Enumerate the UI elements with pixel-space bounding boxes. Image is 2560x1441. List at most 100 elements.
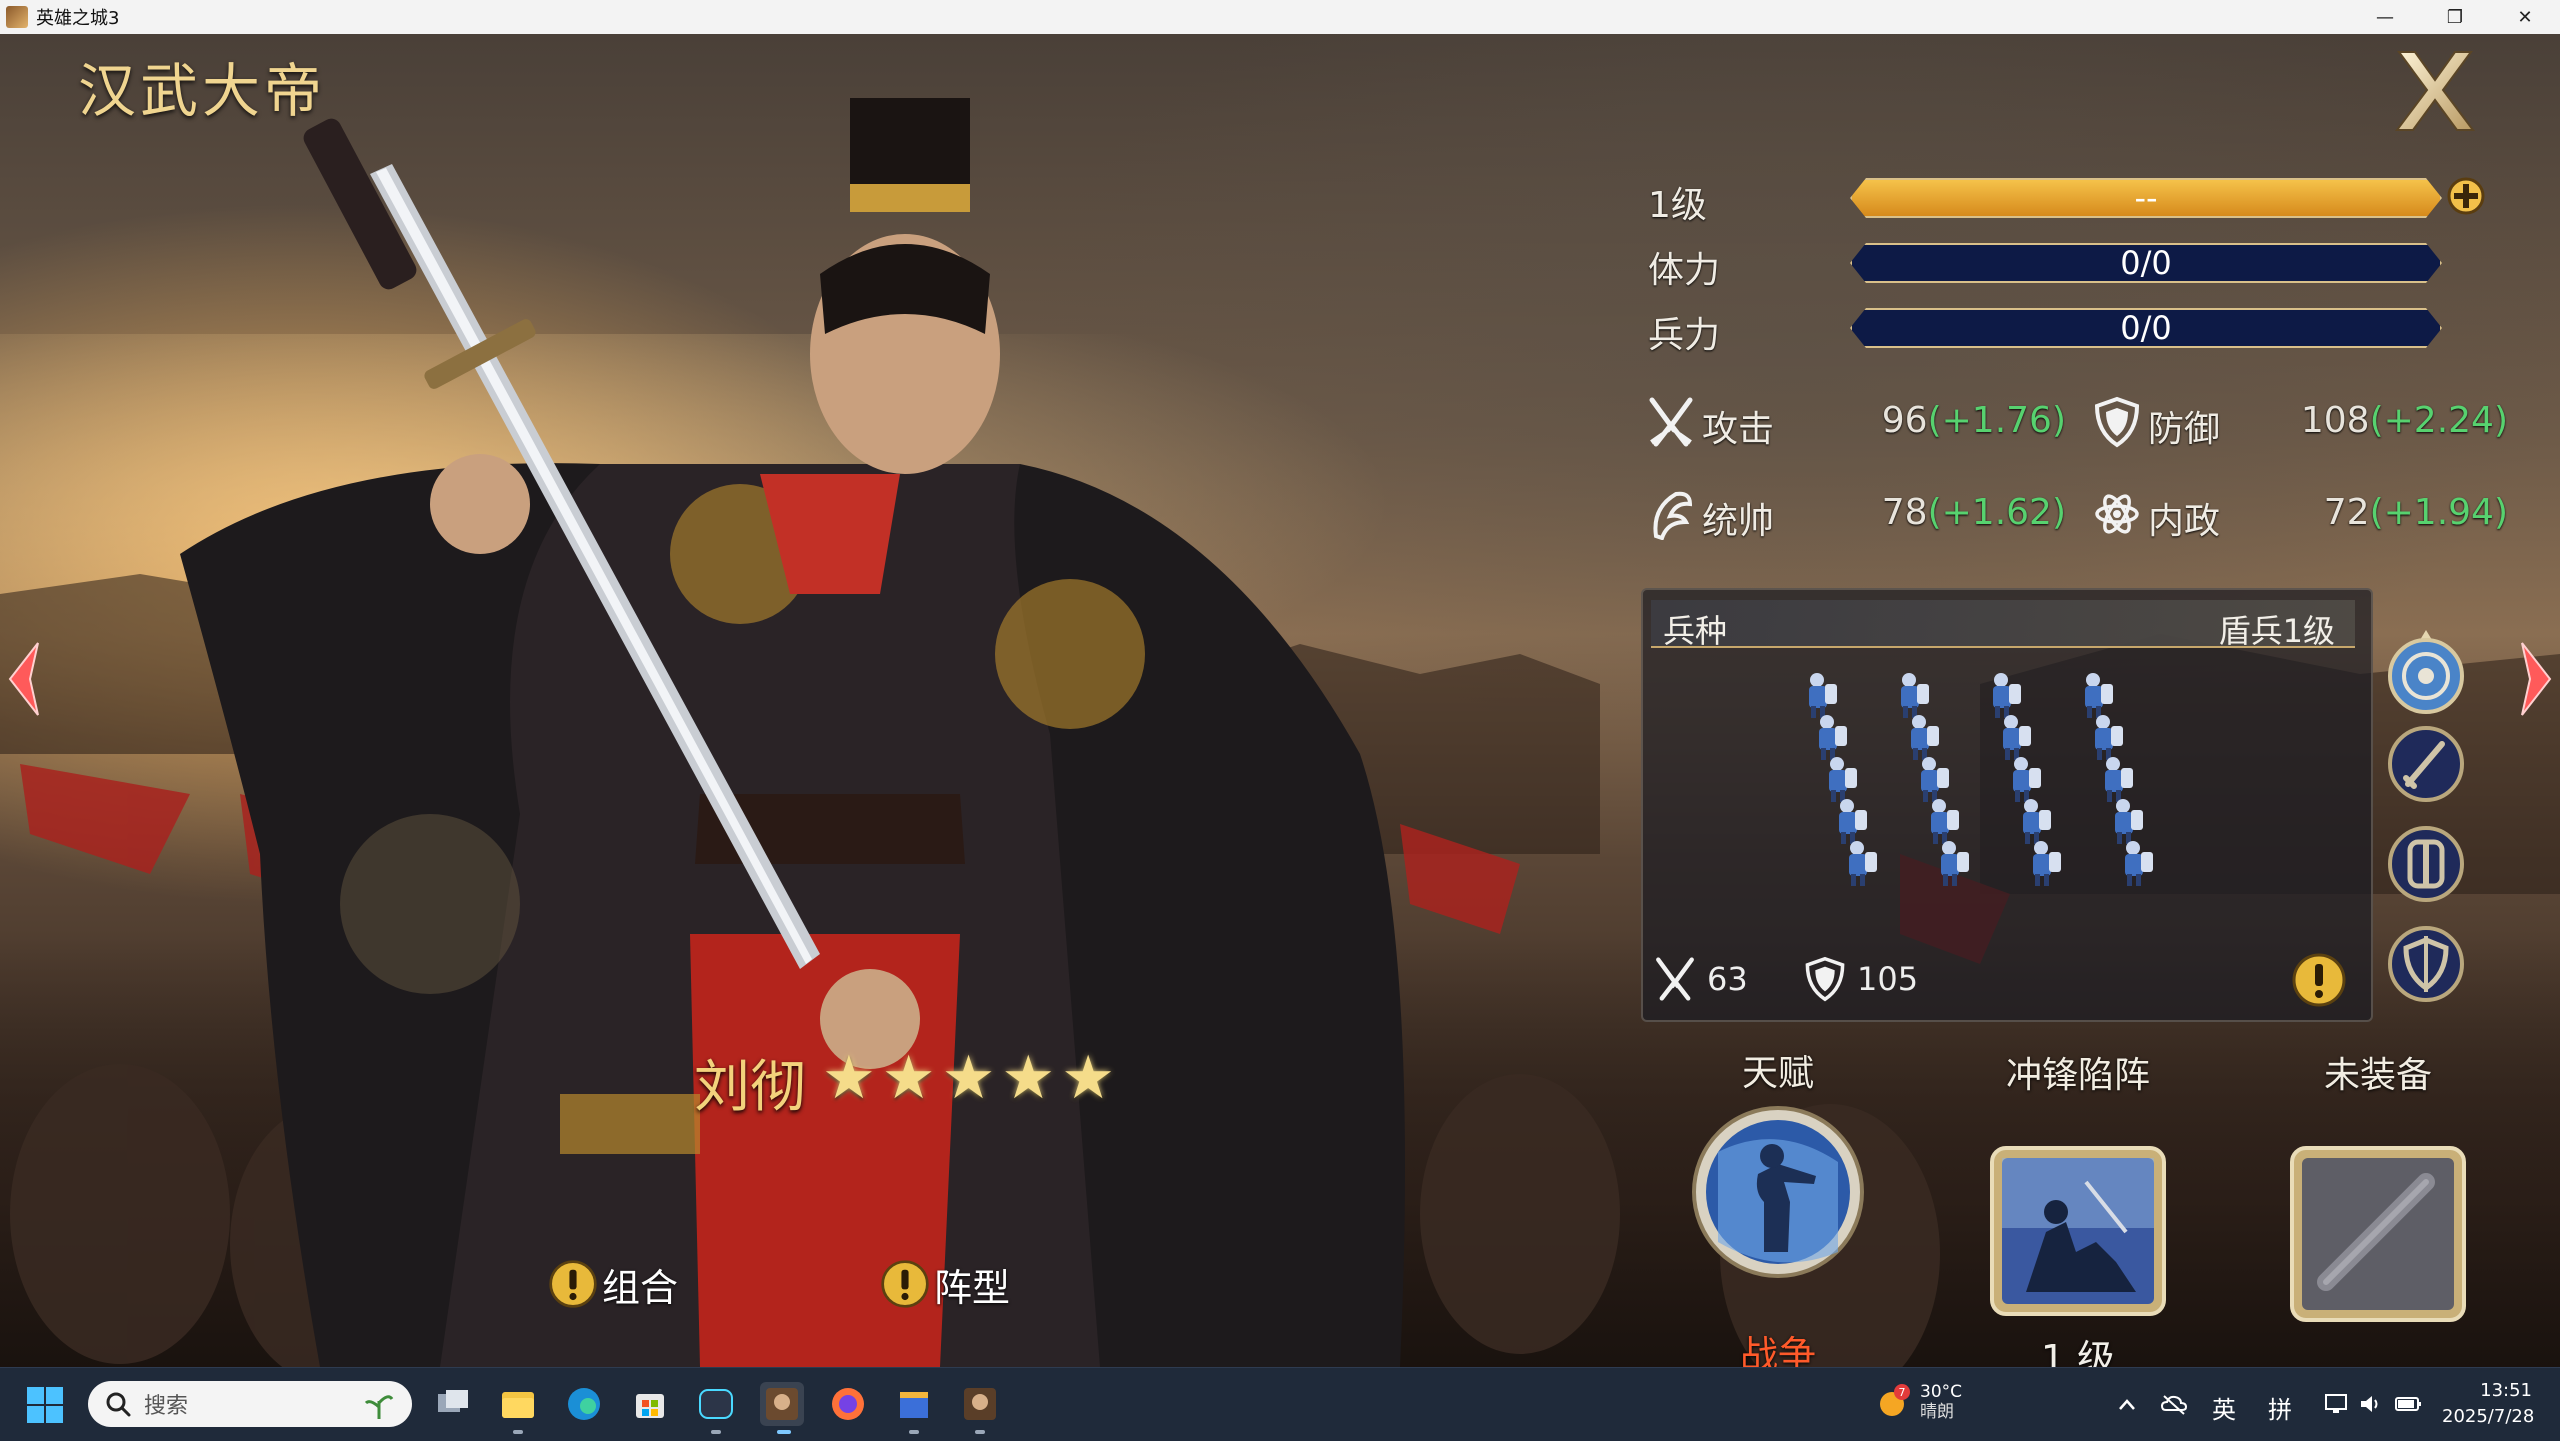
formation-warning-icon [881,1260,929,1308]
ime-language[interactable]: 英 [2212,1390,2236,1425]
windows-start-icon[interactable] [26,1386,64,1424]
game-launcher-icon[interactable] [958,1382,1002,1426]
level-row: 1级 -- [1648,172,2485,226]
soldier-figure [1819,715,1847,760]
formation-label: 阵型 [934,1265,1011,1310]
minimize-button[interactable]: — [2350,0,2420,34]
hero-star-rating: ★ ★ ★ ★ ★ [822,1048,1115,1108]
politics-name: 内政 [2148,501,2221,542]
troop-stats: 63 105 [1653,952,2353,1008]
stamina-bar-text: 0/0 [2120,244,2172,282]
edge-browser-icon[interactable] [562,1382,606,1426]
troop-warning-icon[interactable] [2291,952,2347,1008]
combo-warning-icon [549,1260,597,1308]
formation-button[interactable]: 阵型 [880,1252,1010,1316]
weather-widget[interactable]: 7 30°C 晴朗 [1876,1382,1962,1422]
close-icon[interactable] [2385,40,2485,140]
politics-value: 72(+1.94) [2324,492,2508,533]
crossed-swords-icon [1649,397,1693,447]
weather-condition: 晴朗 [1920,1402,1954,1422]
troop-type-label: 兵种 [1663,612,1728,650]
temperature: 30°C [1920,1382,1963,1402]
firefox-icon[interactable] [826,1382,870,1426]
soldier-figure [2095,715,2123,760]
close-window-button[interactable]: ✕ [2490,0,2560,34]
soldier-figure [2115,799,2143,844]
skill-label: 冲锋陷阵 [2005,1055,2150,1096]
previous-hero-arrow-icon[interactable] [4,639,44,719]
combo-label: 组合 [602,1265,679,1310]
defense-stat: 防御 108(+2.24) [2092,392,2508,452]
troop-sword-icon[interactable] [2384,722,2468,806]
volume-icon[interactable] [2358,1392,2384,1416]
star-icon: ★ [822,1043,876,1113]
shield-icon [2094,396,2140,448]
politics-base: 72 [2323,492,2370,533]
troop-defense-shield-icon [1805,956,1845,1002]
soldier-figure [1901,673,1929,718]
network-icon[interactable] [2324,1392,2350,1416]
attack-value: 96(+1.76) [1882,400,2066,441]
soldier-figure [1849,841,1877,886]
file-explorer-icon[interactable] [496,1382,540,1426]
soldier-figure [2125,841,2153,886]
troop-attack-value: 63 [1707,960,1748,998]
file-explorer-running-indicator [513,1430,523,1434]
empty-equipment-slot-icon[interactable] [2286,1142,2470,1326]
taskbar-search[interactable]: 搜索 [88,1381,412,1427]
command-name: 统帅 [1702,501,1775,542]
cloud-offline-icon[interactable] [2160,1392,2188,1416]
search-icon [106,1392,131,1417]
attack-name: 攻击 [1702,409,1775,450]
stamina-bar: 0/0 [1850,243,2442,283]
ime-mode[interactable]: 拼 [2268,1390,2292,1425]
nox-emulator-icon[interactable] [694,1382,738,1426]
stamina-label: 体力 [1648,250,1721,291]
weather-badge: 7 [1899,1386,1906,1399]
skill-charge-slot-icon[interactable] [1986,1142,2170,1320]
restore-button[interactable]: ❐ [2420,0,2490,34]
troop-archer-target-icon[interactable] [2384,630,2468,714]
attack-bonus: (+1.76) [1927,400,2066,441]
app-icon [6,6,28,28]
troops-bar-text: 0/0 [2120,309,2172,347]
nox-running-indicator [711,1430,721,1434]
star-icon: ★ [881,1043,936,1113]
window-titlebar: 英雄之城3 — ❐ ✕ [0,0,2560,35]
hero-name: 刘彻 [694,1055,806,1120]
taskbar: 搜索 7 30°C 晴朗 英 拼 13:51 2025/7/28 [0,1367,2560,1441]
troop-shield-icon[interactable] [2384,822,2468,906]
system-clock[interactable]: 13:51 2025/7/28 [2442,1378,2534,1430]
troop-defense-value: 105 [1857,960,1919,998]
command-stat: 统帅 78(+1.62) [1646,484,2066,544]
game-taskbar-icon[interactable] [760,1382,804,1426]
game-viewport: 汉武大帝 1级 -- 体力 0/0 兵力 0/0 攻击 96(+1.76) 防御… [0,34,2560,1367]
app-bucket-icon[interactable] [892,1382,936,1426]
atom-icon [2095,494,2139,534]
combo-button[interactable]: 组合 [548,1252,678,1316]
defense-value: 108(+2.24) [2301,400,2508,441]
app-bucket-running-indicator [909,1430,919,1434]
chevron-up-icon[interactable] [2116,1394,2138,1416]
talent-slot-icon[interactable] [1688,1102,1868,1282]
exp-bar: -- [1850,178,2442,218]
search-plant-icon [364,1395,394,1419]
troops-label: 兵力 [1648,315,1721,356]
add-exp-plus-icon[interactable] [2446,176,2486,216]
exp-bar-text: -- [2134,179,2158,217]
level-label: 1级 [1648,185,1707,226]
troop-header: 兵种 盾兵1级 [1651,600,2355,650]
star-icon: ★ [1001,1043,1056,1113]
task-view-icon[interactable] [430,1382,474,1426]
talent-label: 天赋 [1741,1053,1814,1094]
next-hero-arrow-icon[interactable] [2516,639,2556,719]
sun-icon: 7 [1880,1384,1910,1416]
equipment-label: 未装备 [2323,1055,2432,1096]
store-icon[interactable] [628,1382,672,1426]
search-placeholder: 搜索 [144,1394,189,1419]
troop-attack-swords-icon [1656,957,1694,1001]
soldier-figure [1809,673,1837,718]
game-launcher-running-indicator [975,1430,985,1434]
troop-cavalry-shield-icon[interactable] [2384,922,2468,1006]
battery-icon[interactable] [2394,1392,2424,1416]
